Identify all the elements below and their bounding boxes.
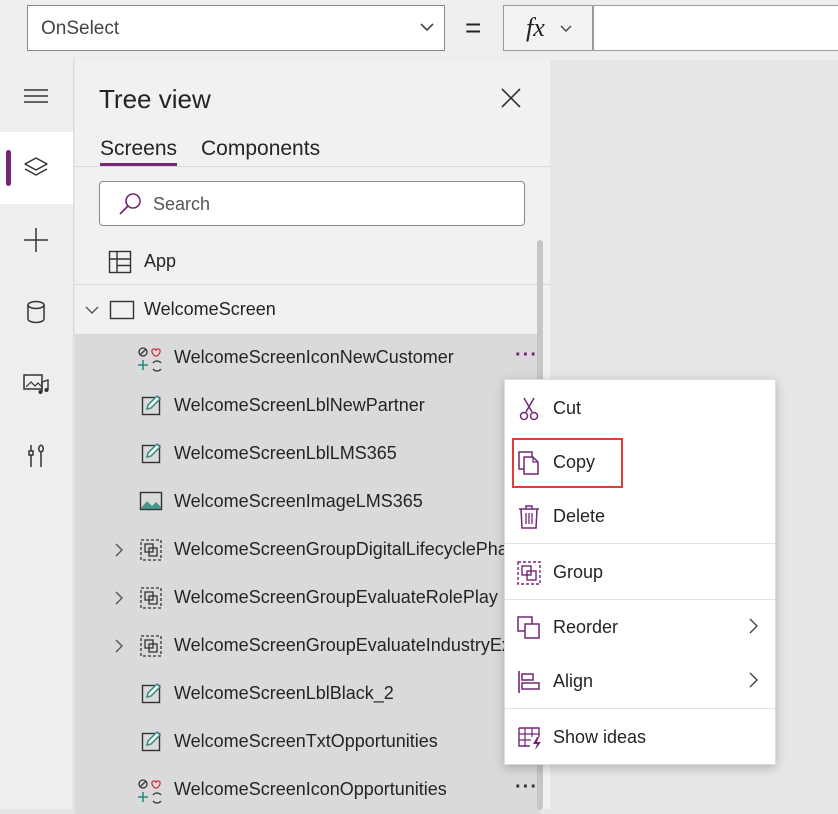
close-icon[interactable] [499,86,523,110]
menu-separator [505,708,775,709]
tree-item-group[interactable]: WelcomeScreenGroupEvaluateRolePlay [75,574,540,622]
tab-components[interactable]: Components [201,137,320,161]
tree-item-label: WelcomeScreenLblNewPartner [174,395,425,415]
chevron-down-icon [560,25,572,32]
label-edit-icon [141,442,162,464]
divider [75,166,550,167]
tree-item-label: App [144,251,177,271]
menu-button[interactable] [0,60,73,132]
search-box[interactable] [99,181,525,226]
icon-control-icon [138,779,162,804]
more-options-button[interactable]: ··· [515,776,538,799]
more-options-button[interactable]: ··· [515,344,538,367]
tools-icon [28,444,44,467]
menu-item-label: Reorder [553,617,619,637]
tree-item-label: WelcomeScreenGroupEvaluateIndustryExp [174,635,521,655]
tree-item-label: WelcomeScreenGroupEvaluateRolePlay [174,587,498,607]
copy-highlight-box [512,438,623,488]
equals-sign: = [465,12,482,43]
tools-button[interactable] [0,420,73,492]
ideas-icon [518,727,541,750]
menu-item-reorder[interactable]: Reorder [505,600,775,654]
chevron-right-icon[interactable] [113,542,125,558]
group-icon [140,587,162,609]
tree-item-label: WelcomeScreenTxtOpportunities [174,731,438,751]
icon-control-icon [138,347,162,372]
tree-item-welcomescreen[interactable]: WelcomeScreen [75,286,540,334]
tree-item-group[interactable]: WelcomeScreenGroupDigitalLifecyclePhas [75,526,540,574]
fx-icon: fx [526,13,545,42]
tree-item-control[interactable]: WelcomeScreenLblLMS365 [75,430,540,478]
chevron-right-icon[interactable] [113,638,125,654]
menu-item-label: Cut [553,398,582,418]
tree-item-label: WelcomeScreenIconOpportunities [174,779,447,799]
menu-separator [505,543,775,544]
tree-item-control[interactable]: WelcomeScreenLblNewPartner [75,382,540,430]
menu-item-label: Show ideas [553,727,647,747]
menu-item-align[interactable]: Align [505,654,775,708]
label-edit-icon [141,730,162,752]
panel-title: Tree view [99,84,211,114]
tree-item-control[interactable]: WelcomeScreenIconOpportunities ··· [75,766,540,814]
tree-item-app[interactable]: App [75,238,540,286]
tree-item-label: WelcomeScreenImageLMS365 [174,491,423,511]
tree-item-label: WelcomeScreenIconNewCustomer [174,347,454,367]
tree-item-group[interactable]: WelcomeScreenGroupEvaluateIndustryExp [75,622,540,670]
divider [75,284,550,285]
menu-item-label: Delete [553,506,606,526]
menu-item-cut[interactable]: Cut [505,381,775,435]
database-icon [27,300,45,324]
menu-item-label: Align [553,671,594,691]
property-dropdown[interactable]: OnSelect [27,5,445,51]
chevron-down-icon [420,23,434,32]
scissors-icon [519,397,539,421]
data-button[interactable] [0,276,73,348]
trash-icon [519,505,539,529]
menu-item-show-ideas[interactable]: Show ideas [505,710,775,764]
chevron-down-icon[interactable] [84,303,100,317]
layers-icon [24,157,48,176]
menu-item-label: Group [553,562,604,582]
left-rail [0,60,74,809]
chevron-right-icon [749,672,758,688]
tree-item-label: WelcomeScreenLblLMS365 [174,443,397,463]
app-icon [108,250,132,274]
menu-icon [24,89,48,103]
tree-item-control[interactable]: WelcomeScreenTxtOpportunities [75,718,540,766]
property-value: OnSelect [41,18,120,39]
tree-view-panel: Tree view Screens Components App Welcome… [75,60,550,814]
formula-input[interactable] [593,5,838,51]
menu-item-delete[interactable]: Delete [505,489,775,543]
reorder-icon [517,616,540,639]
context-menu: Cut Copy Delete Group Reorder Align Show… [504,379,776,765]
fx-button[interactable]: fx [503,5,593,51]
chevron-right-icon [749,618,758,634]
search-input[interactable] [153,191,493,217]
formula-bar: OnSelect = fx [0,0,838,60]
tab-screens[interactable]: Screens [100,137,178,166]
group-icon [517,561,541,585]
tree-item-control[interactable]: WelcomeScreenIconNewCustomer ··· [75,334,540,382]
label-edit-icon [141,394,162,416]
tree-item-control[interactable]: WelcomeScreenImageLMS365 [75,478,540,526]
group-icon [140,539,162,561]
tree-item-label: WelcomeScreen [144,299,276,319]
tree-item-control[interactable]: WelcomeScreenLblBlack_2 [75,670,540,718]
image-icon [139,491,163,511]
insert-button[interactable] [0,204,73,276]
label-edit-icon [141,682,162,704]
menu-item-group[interactable]: Group [505,545,775,599]
search-icon [119,193,141,215]
media-icon [23,374,49,394]
group-icon [140,635,162,657]
screen-icon [109,300,135,320]
plus-icon [24,228,48,252]
tree-item-label: WelcomeScreenGroupDigitalLifecyclePhas [174,539,517,559]
tree-view-button[interactable] [0,132,73,204]
align-icon [518,671,540,693]
media-button[interactable] [0,348,73,420]
tree-item-label: WelcomeScreenLblBlack_2 [174,683,394,703]
chevron-right-icon[interactable] [113,590,125,606]
